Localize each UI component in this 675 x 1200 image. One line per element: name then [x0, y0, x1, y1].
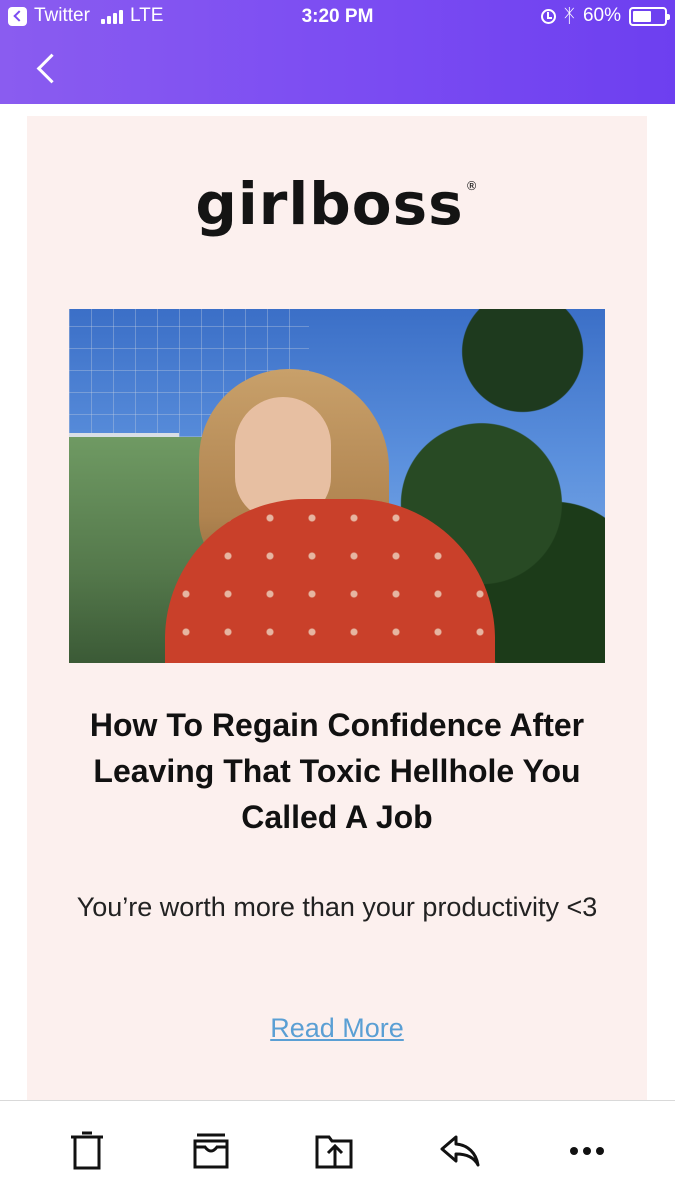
brand-logo-text: girlboss — [195, 170, 464, 238]
battery-percent: 60% — [582, 5, 621, 26]
move-icon[interactable] — [313, 1131, 357, 1171]
read-more-link[interactable]: Read More — [27, 1013, 647, 1044]
article-subtitle: You’re worth more than your productivity… — [76, 892, 598, 922]
chevron-left-icon[interactable] — [33, 52, 63, 86]
archive-icon[interactable] — [189, 1131, 233, 1171]
trash-icon[interactable] — [65, 1131, 109, 1171]
email-card: girlboss ® How To Regain Confidence After… — [27, 116, 647, 1100]
bottom-toolbar — [0, 1100, 675, 1200]
status-bar: Twitter LTE 3:20 PM ᛡ 60% — [0, 0, 675, 36]
app-header: Twitter LTE 3:20 PM ᛡ 60% — [0, 0, 675, 104]
battery-icon — [629, 6, 670, 26]
bluetooth-icon: ᛡ — [563, 5, 575, 27]
registered-mark: ® — [465, 179, 479, 193]
status-right: ᛡ 60% — [540, 5, 670, 27]
reply-icon[interactable] — [438, 1131, 482, 1171]
brand-logo: girlboss ® — [27, 170, 647, 238]
more-icon[interactable] — [566, 1131, 610, 1171]
alarm-icon — [540, 8, 556, 24]
article-headline[interactable]: How To Regain Confidence After Leaving T… — [47, 702, 627, 840]
hero-image[interactable] — [69, 309, 605, 663]
battery-fill — [633, 10, 651, 22]
